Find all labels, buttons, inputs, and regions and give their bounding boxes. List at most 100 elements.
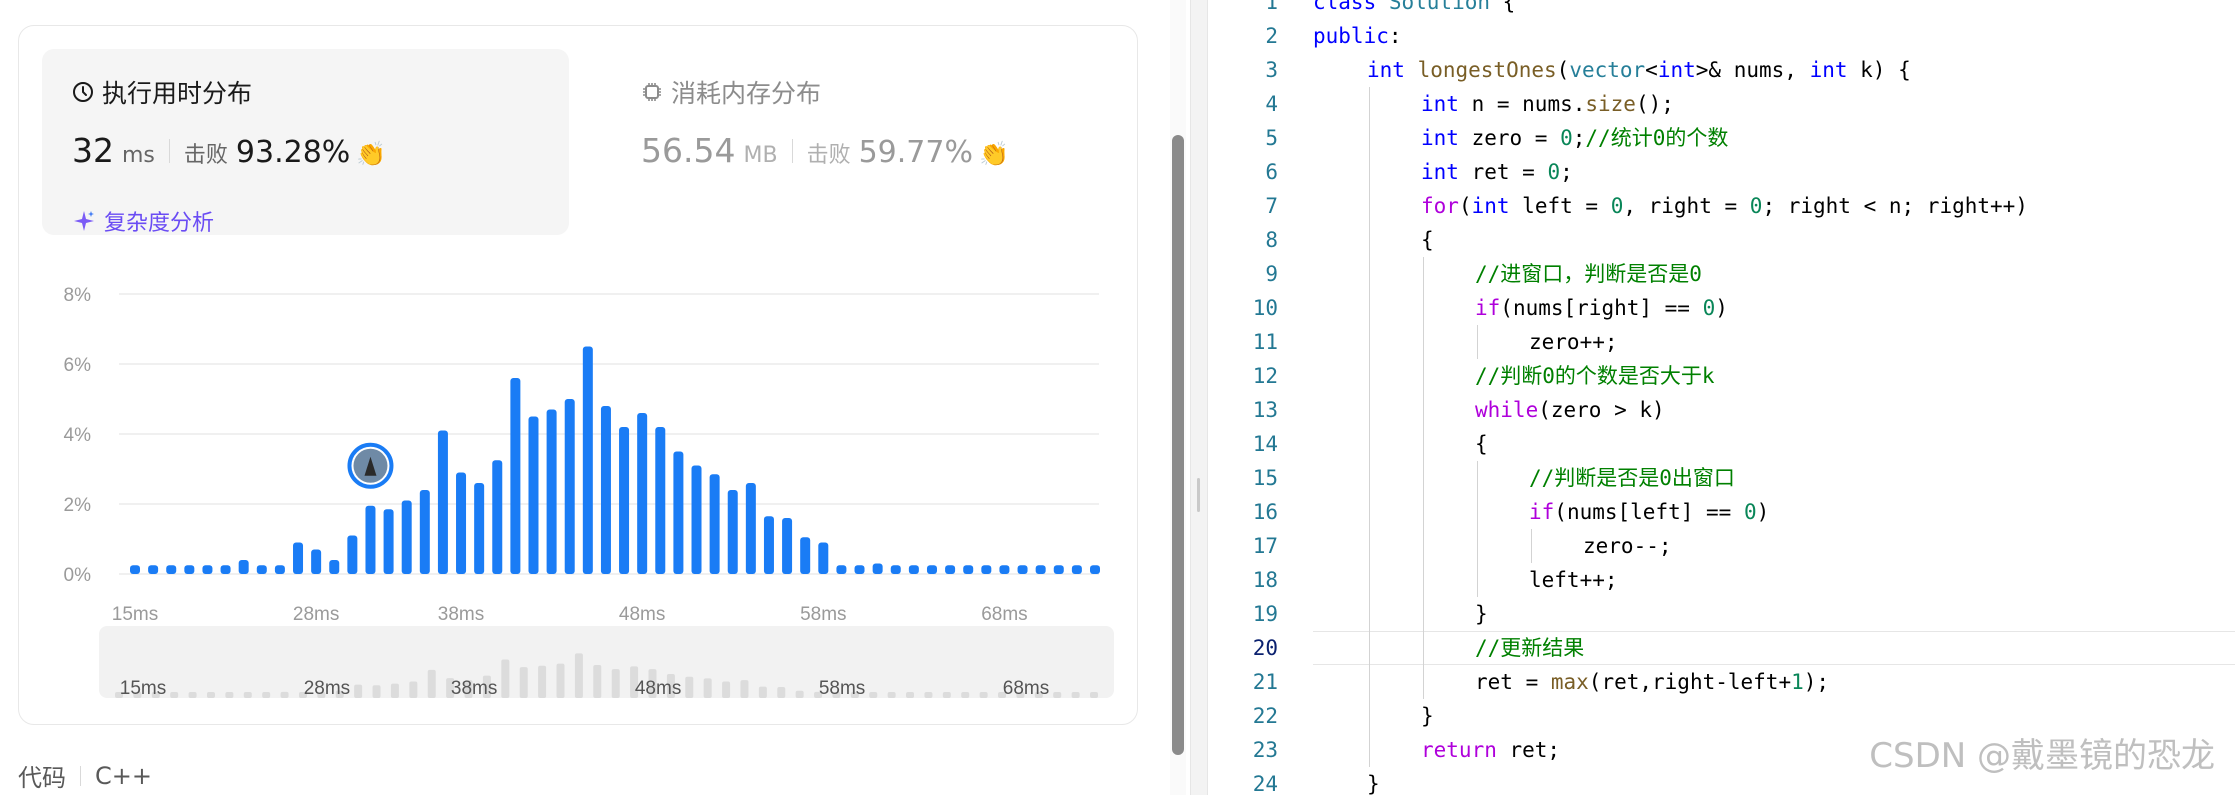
resize-handle-icon[interactable] (1197, 478, 1200, 512)
code-line[interactable]: 15 //判断是否是0出窗口 (1208, 461, 2235, 495)
histogram-bar[interactable] (1071, 565, 1082, 574)
histogram-bar[interactable] (202, 565, 213, 574)
code-line[interactable]: 16 if(nums[left] == 0) (1208, 495, 2235, 529)
histogram-bar[interactable] (456, 472, 467, 575)
memory-stat-box[interactable]: 消耗内存分布 56.54 MB 击败 59.77% 👏 (611, 49, 1131, 235)
histogram-bar[interactable] (818, 542, 829, 575)
histogram-bar[interactable] (383, 509, 394, 574)
code-line[interactable]: 8{ (1208, 223, 2235, 257)
histogram-bar[interactable] (401, 500, 412, 575)
histogram-bar[interactable] (854, 565, 865, 574)
histogram-bar[interactable] (437, 430, 448, 575)
histogram-bar[interactable] (727, 490, 738, 574)
scrubber-bar (501, 659, 510, 698)
code-token: 0 (1560, 126, 1573, 150)
histogram-bar[interactable] (419, 490, 430, 574)
histogram-bar[interactable] (293, 542, 304, 575)
histogram-bar[interactable] (836, 565, 847, 574)
histogram-bar[interactable] (510, 378, 521, 574)
histogram-bar[interactable] (148, 565, 159, 574)
chart-range-scrubber[interactable]: 15ms 28ms 38ms 48ms 58ms 68ms (99, 626, 1114, 698)
code-line[interactable]: 2 public: (1208, 19, 2235, 53)
code-line[interactable]: 20 //更新结果 (1208, 631, 2235, 665)
indent-guide (1531, 529, 1532, 563)
runtime-stat-box[interactable]: 执行用时分布 32 ms 击败 93.28% 👏 复杂度分析 (42, 49, 569, 237)
scrubber-bar (906, 692, 915, 698)
histogram-bar[interactable] (238, 560, 249, 574)
scrubber-bar (1053, 692, 1062, 698)
runtime-distribution-chart[interactable]: 0% 2% 4% 6% 8% 15ms 28ms 38ms 48ms 58ms 68ms (19, 256, 1139, 626)
histogram-bar[interactable] (945, 565, 956, 574)
histogram-bar[interactable] (800, 537, 811, 574)
code-line[interactable]: 1 class Solution { (1208, 0, 2235, 19)
histogram-bar[interactable] (329, 560, 340, 574)
code-line[interactable]: 21 ret = max(ret,right-left+1); (1208, 665, 2235, 699)
code-line[interactable]: 10 if(nums[right] == 0) (1208, 291, 2235, 325)
scrubber-bar (869, 692, 878, 698)
scrollbar-thumb[interactable] (1172, 135, 1184, 755)
scrubber-tick-label: 58ms (819, 678, 865, 698)
histogram-bar[interactable] (1053, 565, 1064, 574)
histogram-bar[interactable] (492, 460, 503, 574)
panel-resize-divider[interactable] (1190, 0, 1208, 795)
code-line[interactable]: 11 zero++; (1208, 325, 2235, 359)
histogram-bar[interactable] (763, 516, 774, 574)
histogram-bar[interactable] (908, 565, 919, 574)
code-token: 0 (1610, 194, 1624, 218)
code-token: { (1421, 228, 1434, 252)
code-text: //判断0的个数是否大于k (1475, 359, 1715, 393)
histogram-bar[interactable] (981, 565, 992, 574)
code-line[interactable]: 4 int n = nums.size(); (1208, 87, 2235, 121)
histogram-bar[interactable] (528, 416, 539, 575)
histogram-bar[interactable] (582, 346, 593, 575)
code-line[interactable]: 3 int longestOnes(vector<int>& nums, int … (1208, 53, 2235, 87)
code-line[interactable]: 19} (1208, 597, 2235, 631)
histogram-bar[interactable] (166, 565, 177, 574)
histogram-bar[interactable] (220, 565, 231, 574)
histogram-bar[interactable] (1017, 565, 1028, 574)
histogram-bar[interactable] (890, 565, 901, 574)
histogram-bar[interactable] (963, 565, 974, 574)
indent-guide (1369, 87, 1370, 767)
histogram-bar[interactable] (347, 535, 358, 575)
scrubber-bar (225, 692, 234, 698)
line-number: 13 (1252, 398, 1278, 422)
code-line[interactable]: 6 int ret = 0; (1208, 155, 2235, 189)
histogram-bar[interactable] (691, 465, 702, 575)
histogram-bar[interactable] (365, 505, 376, 574)
code-line[interactable]: 7 for(int left = 0, right = 0; right < n;… (1208, 189, 2235, 223)
scrubber-bar (740, 680, 749, 698)
histogram-bar[interactable] (1090, 565, 1100, 574)
histogram-bar[interactable] (872, 563, 883, 575)
code-line[interactable]: 12 //判断0的个数是否大于k (1208, 359, 2235, 393)
code-line[interactable]: 14 { (1208, 427, 2235, 461)
scrubber-bar (354, 684, 363, 698)
code-line[interactable]: 5 int zero = 0;//统计0的个数 (1208, 121, 2235, 155)
histogram-bar[interactable] (1035, 565, 1046, 574)
code-line[interactable]: 17 zero--; (1208, 529, 2235, 563)
histogram-bar[interactable] (709, 474, 720, 574)
histogram-bar[interactable] (655, 427, 666, 574)
code-token: //判断0的个数是否大于k (1475, 364, 1715, 388)
histogram-bar[interactable] (130, 565, 140, 574)
histogram-bar[interactable] (564, 399, 575, 574)
code-line[interactable]: 18 left++; (1208, 563, 2235, 597)
histogram-bar[interactable] (600, 406, 611, 574)
histogram-bar[interactable] (546, 409, 557, 575)
histogram-bar[interactable] (637, 413, 648, 574)
histogram-bar[interactable] (184, 565, 195, 574)
histogram-bar[interactable] (311, 549, 322, 575)
complexity-analysis-link[interactable]: 复杂度分析 (72, 205, 214, 237)
histogram-bar[interactable] (999, 565, 1010, 574)
histogram-bar[interactable] (745, 483, 756, 574)
histogram-bar[interactable] (274, 565, 285, 574)
code-line[interactable]: 13 while(zero > k) (1208, 393, 2235, 427)
histogram-bar[interactable] (926, 565, 937, 574)
histogram-bar[interactable] (782, 518, 793, 574)
histogram-bar[interactable] (256, 565, 267, 574)
histogram-bar[interactable] (474, 483, 485, 574)
histogram-bar[interactable] (673, 451, 684, 575)
code-editor[interactable]: 1 class Solution {2 public: 3 int longestOne… (1208, 0, 2235, 795)
histogram-bar[interactable] (619, 427, 630, 574)
code-line[interactable]: 9 //进窗口，判断是否是0 (1208, 257, 2235, 291)
